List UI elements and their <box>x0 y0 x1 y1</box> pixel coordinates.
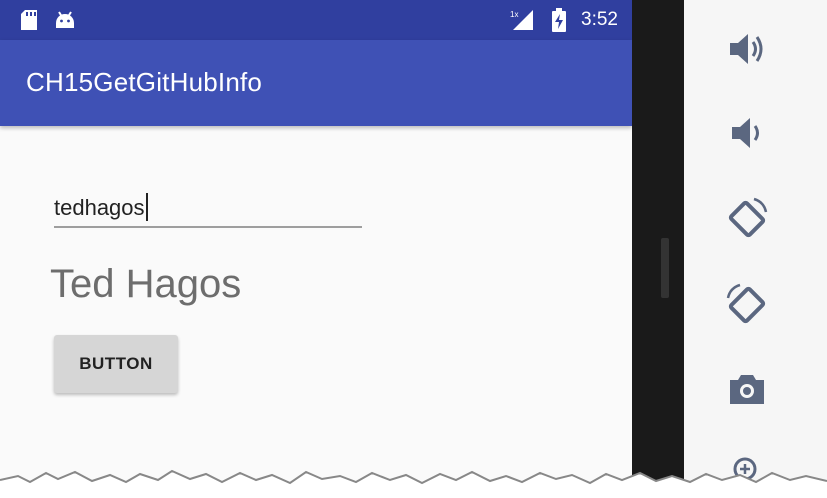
app-bar: CH15GetGitHubInfo <box>0 40 632 126</box>
app-title: CH15GetGitHubInfo <box>26 67 263 97</box>
cell-signal-icon: 1x <box>510 10 533 30</box>
torn-edge-decoration <box>0 469 827 498</box>
sd-card-icon <box>21 10 37 30</box>
svg-text:1x: 1x <box>510 10 518 19</box>
status-bar: 1x 3:52 <box>0 0 632 40</box>
phone-screen: 1x 3:52 CH15GetGitHubInfo tedhagos Ted H… <box>0 0 632 498</box>
rotate-right-icon[interactable] <box>724 282 770 328</box>
battery-charging-icon <box>552 8 566 32</box>
name-display-text: Ted Hagos <box>50 262 242 306</box>
bezel-side-button <box>661 238 669 298</box>
username-input[interactable]: tedhagos <box>54 186 362 228</box>
main-content: tedhagos Ted Hagos BUTTON <box>0 126 632 498</box>
fetch-button[interactable]: BUTTON <box>54 335 178 393</box>
android-icon <box>56 11 74 28</box>
emulator-toolbar <box>684 0 827 498</box>
status-time: 3:52 <box>581 9 618 30</box>
username-input-value: tedhagos <box>54 193 148 221</box>
volume-up-icon[interactable] <box>724 26 770 72</box>
camera-icon[interactable] <box>724 366 770 412</box>
device-bezel <box>632 0 684 498</box>
volume-down-icon[interactable] <box>724 110 770 156</box>
text-cursor <box>145 193 148 221</box>
rotate-left-icon[interactable] <box>724 196 770 242</box>
